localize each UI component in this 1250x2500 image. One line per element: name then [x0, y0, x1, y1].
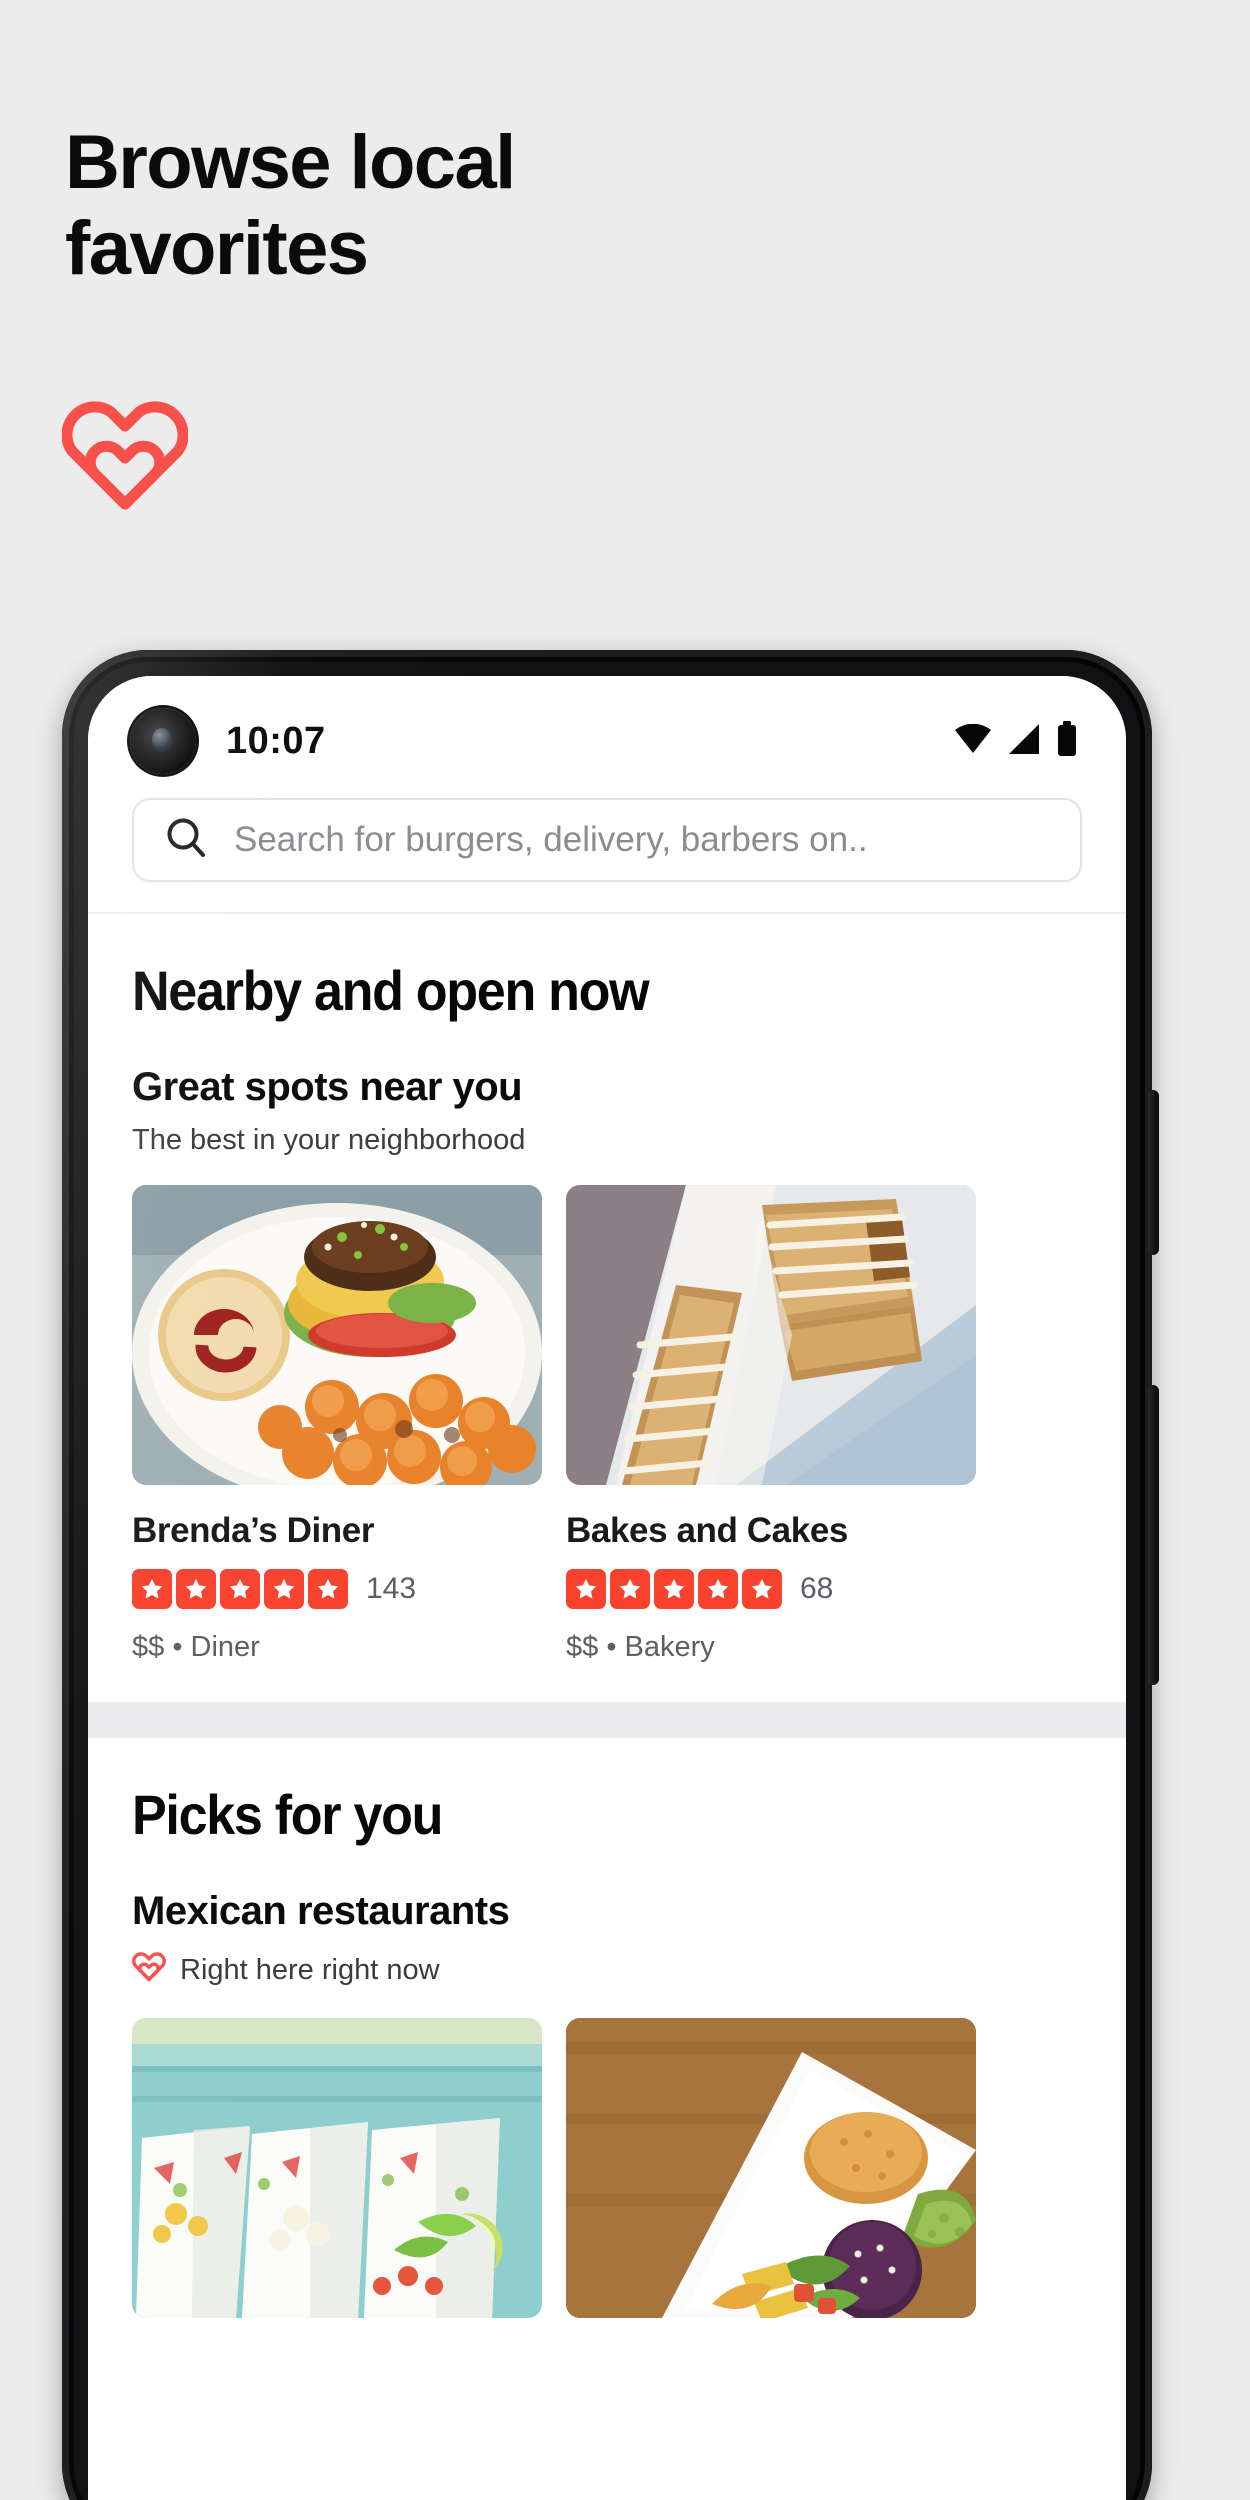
section-nearby-and-open-now: Nearby and open now Great spots near you…	[88, 914, 1126, 1672]
tacos-on-teal-table-photo	[132, 2018, 542, 2318]
punch-hole-camera-icon	[130, 708, 196, 774]
business-card[interactable]: Brenda’s Diner 143 $$ • Diner	[132, 1185, 542, 1664]
page-title: Browse local favorites	[65, 120, 825, 292]
search-bar-container: Search for burgers, delivery, barbers on…	[88, 788, 1126, 912]
search-placeholder-text: Search for burgers, delivery, barbers on…	[234, 820, 868, 859]
search-icon	[164, 816, 208, 865]
business-meta: $$ • Diner	[132, 1631, 260, 1663]
star-icon	[264, 1569, 304, 1609]
star-icon	[132, 1569, 172, 1609]
business-card[interactable]: Bakes and Cakes 68 $$ • Bakery	[566, 1185, 976, 1664]
battery-icon	[1056, 720, 1078, 762]
nested-heart-logo-icon	[62, 392, 188, 514]
promo-page: Browse local favorites 10:07 Search for …	[0, 0, 1250, 2500]
star-icon	[654, 1569, 694, 1609]
star-rating	[566, 1569, 782, 1609]
phone-mockup: 10:07 Search for burgers, delivery, barb…	[62, 650, 1159, 2500]
subsection-caption: The best in your neighborhood	[132, 1124, 526, 1156]
subsection-caption: Right here right now	[180, 1953, 440, 1986]
subsection-caption-row: Right here right now	[132, 1950, 1082, 1990]
star-rating	[132, 1569, 348, 1609]
headline-line-1: Browse local	[65, 120, 516, 205]
star-icon	[610, 1569, 650, 1609]
business-card-carousel[interactable]: Brenda’s Diner 143 $$ • Diner Bakes and …	[132, 1185, 1082, 1672]
subsection-title: Mexican restaurants	[132, 1889, 510, 1933]
subsection-title: Great spots near you	[132, 1065, 523, 1109]
phone-screen: 10:07 Search for burgers, delivery, barb…	[88, 676, 1126, 2500]
section-picks-for-you: Picks for you Mexican restaurants Right …	[88, 1738, 1126, 2326]
review-count: 143	[366, 1572, 417, 1605]
business-card[interactable]	[132, 2018, 542, 2318]
promo-header: Browse local favorites	[65, 120, 825, 292]
headline-line-2: favorites	[65, 205, 369, 291]
star-icon	[742, 1569, 782, 1609]
business-meta: $$ • Bakery	[566, 1631, 715, 1663]
rating-row: 68	[566, 1569, 976, 1609]
review-count: 68	[800, 1572, 834, 1605]
volume-button[interactable]	[1148, 1090, 1159, 1255]
rating-row: 143	[132, 1569, 542, 1609]
status-time: 10:07	[226, 719, 326, 762]
glazed-pastries-photo	[566, 1185, 976, 1485]
business-name: Brenda’s Diner	[132, 1511, 375, 1550]
star-icon	[566, 1569, 606, 1609]
star-icon	[176, 1569, 216, 1609]
section-title: Picks for you	[132, 1783, 443, 1846]
wifi-icon	[954, 723, 992, 759]
star-icon	[308, 1569, 348, 1609]
cellular-signal-icon	[1007, 723, 1041, 760]
star-icon	[698, 1569, 738, 1609]
section-divider-band	[88, 1702, 1126, 1738]
star-icon	[220, 1569, 260, 1609]
power-button[interactable]	[1148, 1385, 1159, 1685]
business-card-carousel[interactable]	[132, 2018, 1082, 2326]
status-bar: 10:07	[88, 676, 1126, 788]
search-input[interactable]: Search for burgers, delivery, barbers on…	[132, 798, 1082, 882]
status-icons	[954, 720, 1078, 762]
section-title: Nearby and open now	[132, 959, 650, 1022]
business-card[interactable]	[566, 2018, 976, 2318]
burger-with-tater-tots-photo	[132, 1185, 542, 1485]
rice-and-guacamole-plate-photo	[566, 2018, 976, 2318]
heart-icon	[132, 1950, 166, 1990]
business-name: Bakes and Cakes	[566, 1511, 848, 1550]
